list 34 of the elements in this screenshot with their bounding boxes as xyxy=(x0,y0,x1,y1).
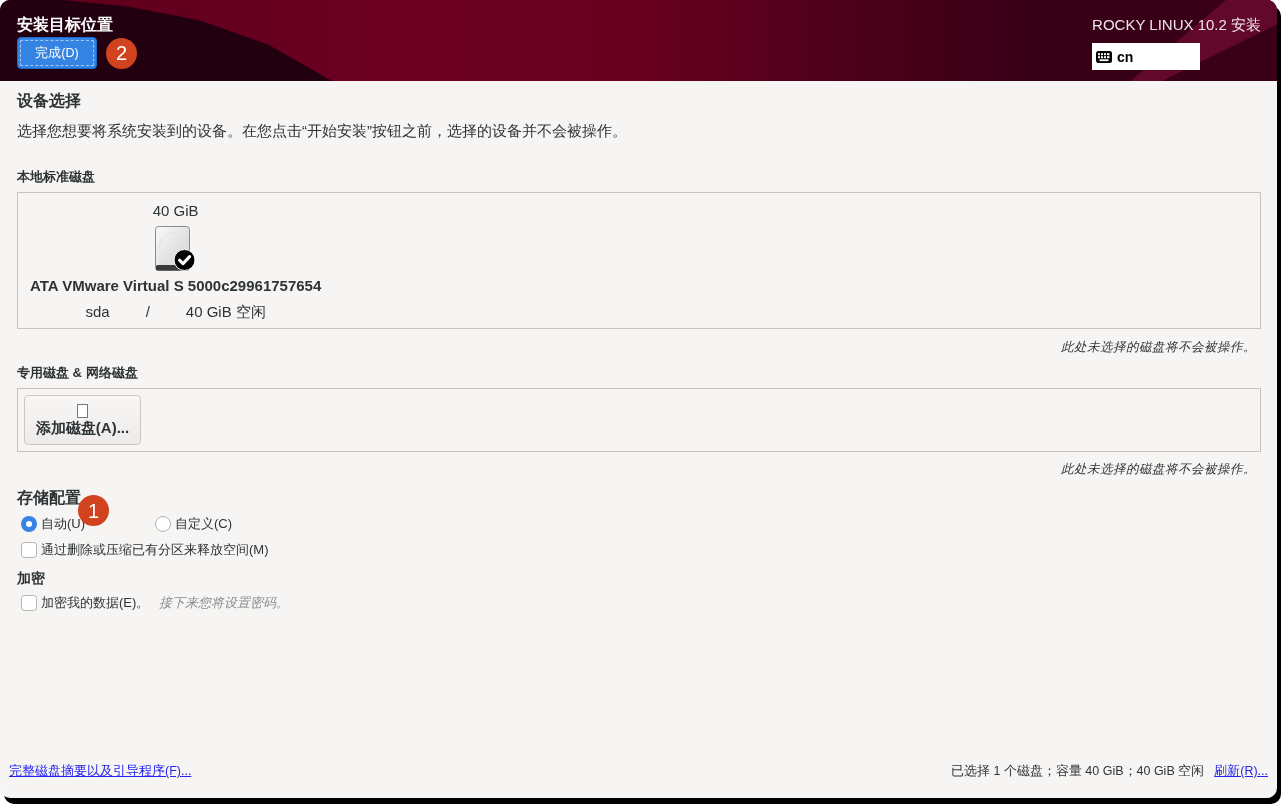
page-icon xyxy=(77,404,88,418)
disk-name: ATA VMware Virtual S 5000c29961757654 xyxy=(30,277,322,295)
disk-size: 40 GiB xyxy=(152,202,199,220)
section-heading: 存储配置 xyxy=(17,489,81,506)
refresh-link[interactable]: 刷新(R)... xyxy=(1214,762,1268,780)
screen-title: 安装目标位置 xyxy=(17,15,114,35)
section-heading: 加密 xyxy=(17,569,46,588)
checkbox-label[interactable]: 通过删除或压缩已有分区来释放空间(M) xyxy=(41,540,269,560)
radio-label[interactable]: 自动(U) xyxy=(41,514,86,534)
selection-status: 已选择 1 个磁盘；容量 40 GiB；40 GiB 空闲 xyxy=(950,763,1205,780)
group-heading: 专用磁盘 & 网络磁盘 xyxy=(17,364,139,382)
hint-text: 接下来您将设置密码。 xyxy=(159,594,290,612)
callout-badge: 2 xyxy=(106,37,137,69)
keyboard-layout-value: cn xyxy=(1117,48,1134,65)
disk-free-space: 40 GiB 空闲 xyxy=(185,303,266,321)
product-title: ROCKY LINUX 10.2 安装 xyxy=(1092,15,1261,35)
note-text: 此处未选择的磁盘将不会被操作。 xyxy=(1061,339,1257,356)
keyboard-layout-field[interactable]: cn xyxy=(1092,43,1201,70)
radio-button[interactable] xyxy=(21,516,37,532)
radio-label[interactable]: 自定义(C) xyxy=(175,514,233,534)
checkbox[interactable] xyxy=(21,595,37,611)
add-disk-button[interactable]: 添加磁盘(A)... xyxy=(24,395,141,445)
checkbox[interactable] xyxy=(21,542,37,558)
group-heading: 本地标准磁盘 xyxy=(17,168,96,186)
section-heading: 设备选择 xyxy=(17,91,82,111)
description-text: 选择您想要将系统安装到的设备。在您点击“开始安装”按钮之前，选择的设备并不会被操作。 xyxy=(17,121,628,141)
keyboard-icon xyxy=(1096,50,1113,63)
done-button[interactable]: 完成(D) xyxy=(17,37,97,69)
disk-separator: / xyxy=(145,303,150,321)
note-text: 此处未选择的磁盘将不会被操作。 xyxy=(1061,461,1257,478)
disk-summary-link[interactable]: 完整磁盘摘要以及引导程序(F)... xyxy=(9,762,192,780)
radio-button[interactable] xyxy=(155,516,171,532)
disk-device: sda xyxy=(85,303,110,321)
checkbox-label[interactable]: 加密我的数据(E)。 xyxy=(41,593,150,613)
